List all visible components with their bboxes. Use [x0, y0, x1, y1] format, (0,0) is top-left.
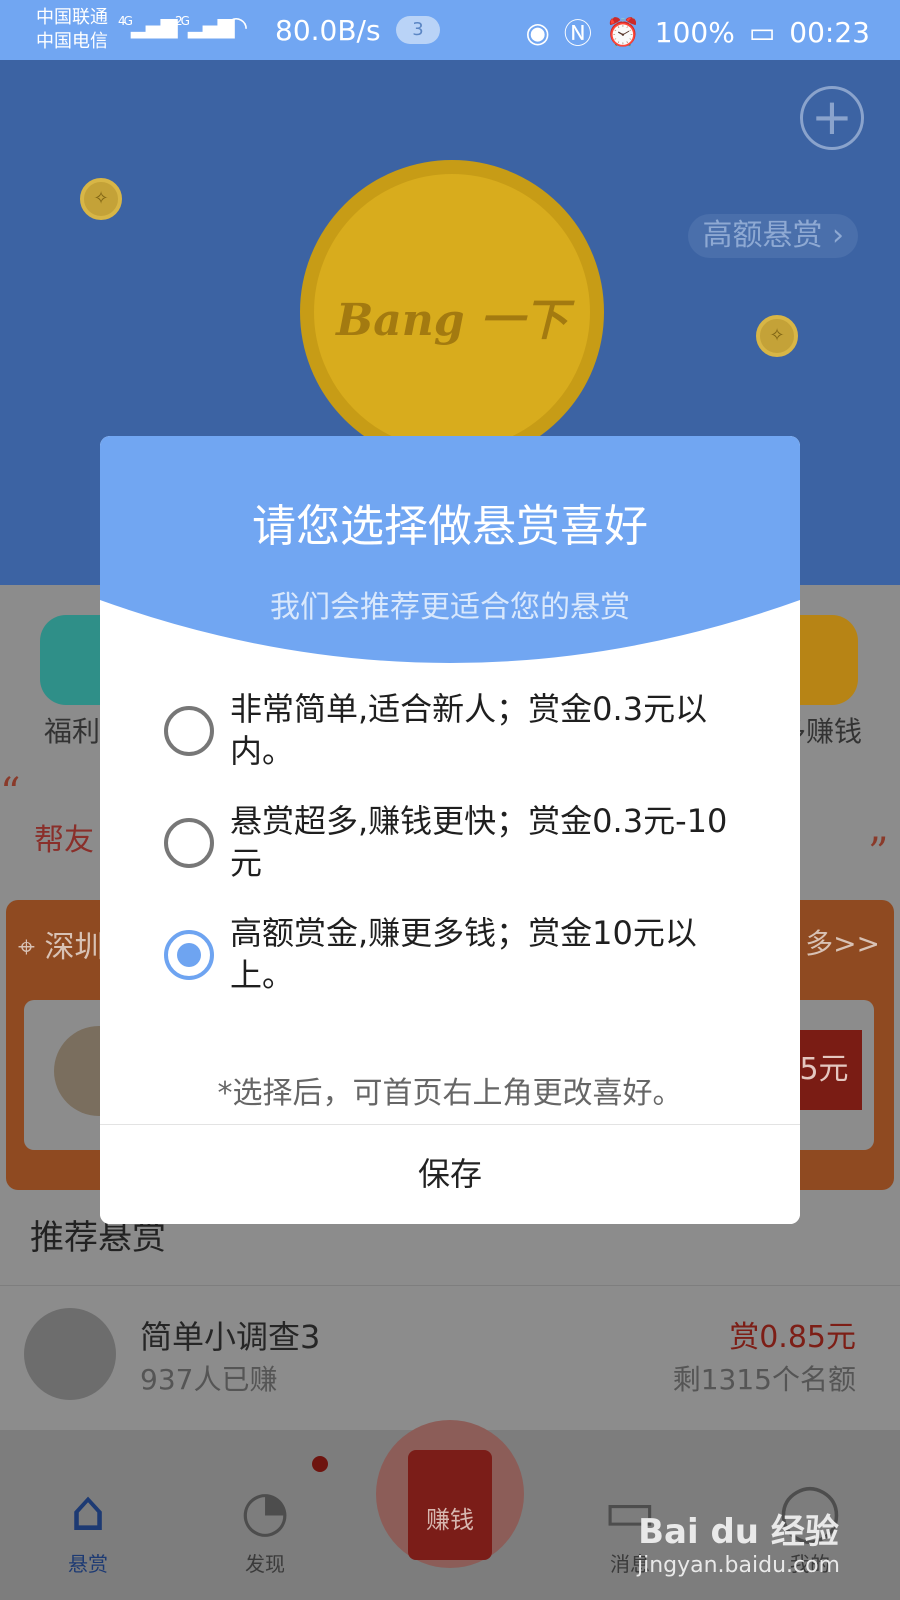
- radio-many[interactable]: [164, 818, 214, 868]
- location-pin-icon: ⌖: [18, 930, 35, 965]
- add-button[interactable]: +: [800, 86, 864, 150]
- battery-percent: 100%: [654, 15, 735, 49]
- dialog-title: 请您选择做悬赏喜好: [252, 501, 648, 552]
- nav-label: 发现: [245, 1552, 285, 1576]
- option-many[interactable]: 悬赏超多,赚钱更快；赏金0.3元-10元: [164, 800, 764, 910]
- bang-coin-button[interactable]: Bang 一下: [300, 160, 604, 464]
- dialog-subtitle: 我们会推荐更适合您的悬赏: [270, 590, 630, 625]
- small-coin-icon: ✧: [756, 315, 798, 357]
- status-bar: 中国联通 中国电信 4G▂▄▆ 2G▂▄▆ ◠ 80.0B/s 3 ◉ Ⓝ ⏰ …: [0, 0, 900, 60]
- signal-4g-icon: 4G▂▄▆: [118, 14, 178, 39]
- carrier-names: 中国联通 中国电信: [36, 6, 108, 54]
- option-simple[interactable]: 非常简单,适合新人；赏金0.3元以内。: [164, 688, 764, 798]
- list-item[interactable]: 简单小调查3 937人已赚 赏0.85元 剩1315个名额: [0, 1285, 900, 1425]
- avatar: [24, 1308, 116, 1400]
- nav-label-earn: 赚钱: [426, 1506, 474, 1534]
- option-text: 高额赏金,赚更多钱；赏金10元以上。: [230, 914, 697, 994]
- notification-count-badge: 3: [396, 16, 440, 44]
- network-speed: 80.0B/s: [275, 14, 381, 47]
- location-label[interactable]: ⌖ 深圳: [18, 922, 104, 966]
- nav-label: 悬赏: [68, 1552, 108, 1576]
- radio-high[interactable]: [164, 930, 214, 980]
- clock: 00:23: [789, 15, 870, 49]
- more-link[interactable]: 多>>: [805, 922, 880, 962]
- notification-dot: [312, 1456, 328, 1472]
- baidu-logo: Bai du 经验: [638, 1512, 839, 1552]
- small-coin-icon: ✧: [80, 178, 122, 220]
- high-reward-label: 高额悬赏: [702, 218, 823, 253]
- planet-icon: ◔: [240, 1479, 290, 1544]
- home-icon: ⌂: [70, 1479, 106, 1544]
- item-quota: 剩1315个名额: [672, 1363, 856, 1396]
- watermark-url: jingyan.baidu.com: [636, 1553, 840, 1578]
- item-earned-count: 937人已赚: [140, 1363, 278, 1396]
- dialog-header: [100, 436, 800, 663]
- coin-text: Bang 一下: [336, 295, 568, 346]
- high-reward-link[interactable]: 高额悬赏 ›: [688, 214, 858, 258]
- option-text: 非常简单,适合新人；赏金0.3元以内。: [230, 690, 708, 770]
- save-button[interactable]: 保存: [100, 1125, 800, 1224]
- carrier-2: 中国电信: [36, 31, 108, 52]
- wifi-icon: ◠: [224, 10, 248, 43]
- carrier-1: 中国联通: [36, 7, 108, 28]
- item-reward: 赏0.85元: [729, 1320, 856, 1355]
- baidu-watermark: Bai du 经验 jingyan.baidu.com: [637, 1504, 840, 1578]
- option-text: 悬赏超多,赚钱更快；赏金0.3元-10元: [230, 802, 728, 882]
- nav-item-discover[interactable]: ◔ 发现: [205, 1480, 325, 1577]
- location-text: 深圳: [44, 930, 105, 965]
- ticker-text: 帮友: [34, 823, 94, 858]
- battery-icon: ▭: [748, 15, 776, 49]
- alarm-icon: ⏰: [605, 15, 641, 49]
- nav-item-reward[interactable]: ⌂ 悬赏: [28, 1480, 148, 1577]
- item-title: 简单小调查3: [140, 1318, 321, 1356]
- dialog-note: *选择后，可首页右上角更改喜好。: [217, 1076, 683, 1111]
- quote-open-icon: “: [0, 770, 21, 816]
- preference-dialog: 请您选择做悬赏喜好 我们会推荐更适合您的悬赏 非常简单,适合新人；赏金0.3元以…: [100, 436, 800, 1224]
- quote-close-icon: ”: [868, 830, 889, 876]
- category-label-welfare: 福利: [44, 715, 101, 748]
- eye-icon: ◉: [525, 15, 550, 49]
- status-right: ◉ Ⓝ ⏰ 100% ▭ 00:23: [525, 12, 870, 52]
- nfc-icon: Ⓝ: [563, 17, 592, 50]
- radio-simple[interactable]: [164, 706, 214, 756]
- option-high[interactable]: 高额赏金,赚更多钱；赏金10元以上。: [164, 912, 764, 1022]
